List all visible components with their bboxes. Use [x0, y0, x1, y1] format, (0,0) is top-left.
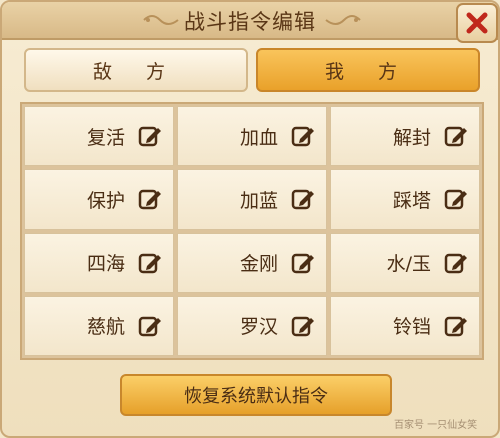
- command-label: 加血: [239, 126, 278, 149]
- edit-icon[interactable]: [443, 250, 469, 276]
- command-cell[interactable]: 慈航: [24, 295, 174, 356]
- title-bar: 战斗指令编辑: [2, 2, 498, 40]
- command-label: 慈航: [86, 316, 125, 339]
- command-label: 复活: [86, 126, 125, 149]
- edit-icon[interactable]: [137, 186, 163, 212]
- command-label: 水/玉: [386, 253, 431, 276]
- command-cell[interactable]: 保护: [24, 169, 174, 230]
- watermark: 百家号 一只仙女笑: [394, 420, 478, 431]
- command-label: 四海: [86, 253, 125, 276]
- command-edit-dialog: 战斗指令编辑 敌 方 我 方 复活 加血 解封 保护 加蓝 踩塔 四海 金刚 水…: [0, 0, 500, 438]
- command-cell[interactable]: 水/玉: [330, 232, 480, 293]
- dialog-title: 战斗指令编辑: [184, 10, 316, 34]
- command-label: 保护: [86, 189, 125, 212]
- edit-icon[interactable]: [290, 250, 316, 276]
- command-label: 罗汉: [239, 316, 278, 339]
- command-label: 解封: [392, 126, 431, 149]
- edit-icon[interactable]: [137, 123, 163, 149]
- close-icon: [466, 12, 488, 34]
- edit-icon[interactable]: [443, 123, 469, 149]
- command-cell[interactable]: 踩塔: [330, 169, 480, 230]
- edit-icon[interactable]: [137, 250, 163, 276]
- command-cell[interactable]: 罗汉: [177, 295, 327, 356]
- command-cell[interactable]: 铃铛: [330, 295, 480, 356]
- edit-icon[interactable]: [137, 313, 163, 339]
- command-grid: 复活 加血 解封 保护 加蓝 踩塔 四海 金刚 水/玉 慈航 罗汉 铃铛: [20, 102, 484, 360]
- command-label: 金刚: [239, 253, 278, 276]
- command-cell[interactable]: 四海: [24, 232, 174, 293]
- edit-icon[interactable]: [290, 186, 316, 212]
- command-cell[interactable]: 解封: [330, 106, 480, 167]
- edit-icon[interactable]: [290, 123, 316, 149]
- command-label: 加蓝: [239, 189, 278, 212]
- edit-icon[interactable]: [443, 186, 469, 212]
- edit-icon[interactable]: [290, 313, 316, 339]
- edit-icon[interactable]: [443, 313, 469, 339]
- command-label: 铃铛: [392, 316, 431, 339]
- command-cell[interactable]: 加血: [177, 106, 327, 167]
- tab-enemy[interactable]: 敌 方: [24, 48, 248, 92]
- close-button[interactable]: [456, 3, 498, 43]
- tab-ally[interactable]: 我 方: [256, 48, 480, 92]
- command-cell[interactable]: 加蓝: [177, 169, 327, 230]
- reset-default-commands-button[interactable]: 恢复系统默认指令: [120, 374, 392, 416]
- ornament-right-icon: [325, 15, 361, 25]
- command-cell[interactable]: 金刚: [177, 232, 327, 293]
- command-cell[interactable]: 复活: [24, 106, 174, 167]
- side-tabs: 敌 方 我 方: [24, 48, 480, 94]
- command-label: 踩塔: [392, 189, 431, 212]
